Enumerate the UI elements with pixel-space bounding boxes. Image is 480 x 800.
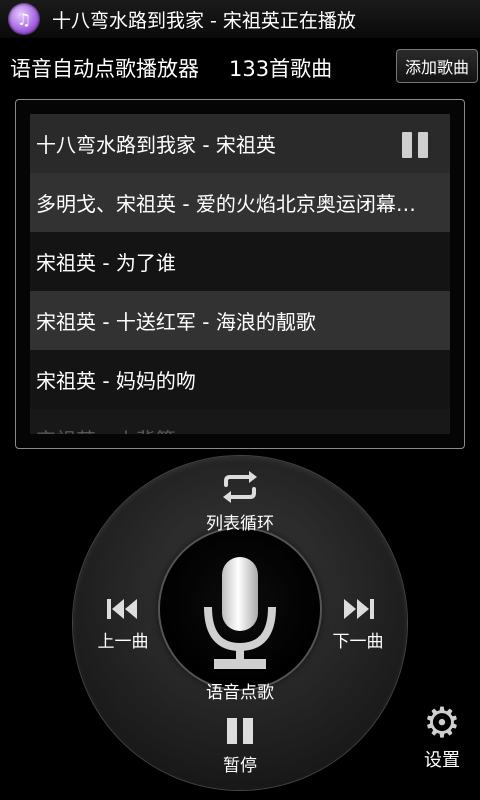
list-item[interactable]: 宋祖英 - 妈妈的吻 xyxy=(30,350,450,409)
pause-button[interactable]: 暂停 xyxy=(200,716,280,776)
song-count: 133首歌曲 xyxy=(229,57,333,81)
loop-mode-button[interactable]: 列表循环 xyxy=(190,470,290,534)
next-icon xyxy=(344,599,374,619)
add-song-button[interactable]: 添加歌曲 xyxy=(396,49,478,83)
pause-icon xyxy=(227,718,253,744)
song-title: 宋祖英 - 妈妈的吻 xyxy=(36,369,196,393)
pause-icon[interactable] xyxy=(402,132,428,158)
settings-button[interactable]: ⚙ 设置 xyxy=(412,700,472,772)
previous-icon xyxy=(107,599,137,619)
song-title: 十八弯水路到我家 - 宋祖英 xyxy=(36,133,276,157)
gear-icon: ⚙ xyxy=(423,698,461,747)
playlist[interactable]: 十八弯水路到我家 - 宋祖英 多明戈、宋祖英 - 爱的火焰北京奥运闭幕… 宋祖英… xyxy=(30,114,450,434)
now-playing-status: 十八弯水路到我家 - 宋祖英正在播放 xyxy=(52,9,356,32)
next-track-button[interactable]: 下一曲 xyxy=(320,596,396,652)
settings-label: 设置 xyxy=(424,750,460,771)
pause-label: 暂停 xyxy=(223,756,257,776)
previous-track-button[interactable]: 上一曲 xyxy=(85,596,161,652)
app-title: 语音自动点歌播放器 xyxy=(10,57,199,81)
music-note-icon: ♫ xyxy=(8,3,40,35)
voice-search-label: 语音点歌 xyxy=(206,683,274,703)
status-bar: ♫ 十八弯水路到我家 - 宋祖英正在播放 xyxy=(0,0,480,38)
repeat-icon xyxy=(223,471,257,503)
header: 语音自动点歌播放器 133首歌曲 添加歌曲 xyxy=(0,46,480,90)
previous-track-label: 上一曲 xyxy=(97,632,149,652)
song-title: 宋祖英 - 小背篓 xyxy=(36,424,176,434)
list-item[interactable]: 宋祖英 - 小背篓 xyxy=(30,409,450,434)
list-item[interactable]: 宋祖英 - 十送红军 - 海浪的靓歌 xyxy=(30,291,450,350)
list-item[interactable]: 宋祖英 - 为了谁 xyxy=(30,232,450,291)
microphone-icon xyxy=(204,557,276,669)
song-title: 宋祖英 - 十送红军 - 海浪的靓歌 xyxy=(36,310,316,334)
list-item[interactable]: 十八弯水路到我家 - 宋祖英 xyxy=(30,114,450,173)
loop-mode-label: 列表循环 xyxy=(206,514,274,534)
song-title: 宋祖英 - 为了谁 xyxy=(36,251,176,275)
next-track-label: 下一曲 xyxy=(332,632,384,652)
voice-search-button[interactable]: 语音点歌 xyxy=(190,555,290,703)
list-item[interactable]: 多明戈、宋祖英 - 爱的火焰北京奥运闭幕… xyxy=(30,173,450,232)
playlist-frame: 十八弯水路到我家 - 宋祖英 多明戈、宋祖英 - 爱的火焰北京奥运闭幕… 宋祖英… xyxy=(15,99,465,449)
song-title: 多明戈、宋祖英 - 爱的火焰北京奥运闭幕… xyxy=(36,192,416,216)
